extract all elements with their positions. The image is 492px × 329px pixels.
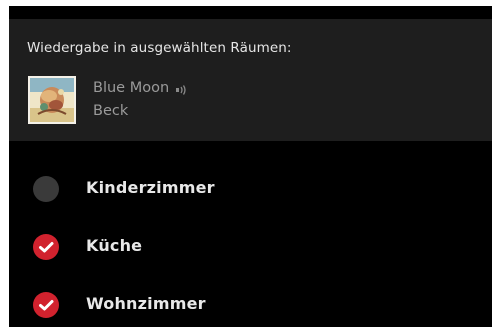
room-item-wohnzimmer[interactable]: Wohnzimmer [9,280,492,327]
checkmark-circle-icon[interactable] [33,234,59,260]
checkmark-icon [39,242,54,253]
now-playing-panel: Wiedergabe in ausgewählten Räumen: Blue … [9,19,492,141]
panel-title: Wiedergabe in ausgewählten Räumen: [27,40,292,56]
room-label: Kinderzimmer [86,178,215,197]
checkmark-circle-icon[interactable] [33,292,59,318]
room-selection-screen: Wiedergabe in ausgewählten Räumen: Blue … [9,6,492,327]
room-item-kinderzimmer[interactable]: Kinderzimmer [9,164,492,214]
room-label: Wohnzimmer [86,294,206,313]
speaker-sound-icon [176,85,186,95]
top-bar [9,6,492,19]
room-label: Küche [86,236,143,255]
track-title: Blue Moon [93,80,170,96]
unchecked-circle-icon[interactable] [33,176,59,202]
room-item-kueche[interactable]: Küche [9,222,492,272]
room-list: Kinderzimmer Küche Wohnzimmer [9,141,492,327]
album-art [28,76,76,124]
checkmark-icon [39,300,54,311]
album-cover-image [30,78,74,122]
artist-name: Beck [93,103,129,119]
